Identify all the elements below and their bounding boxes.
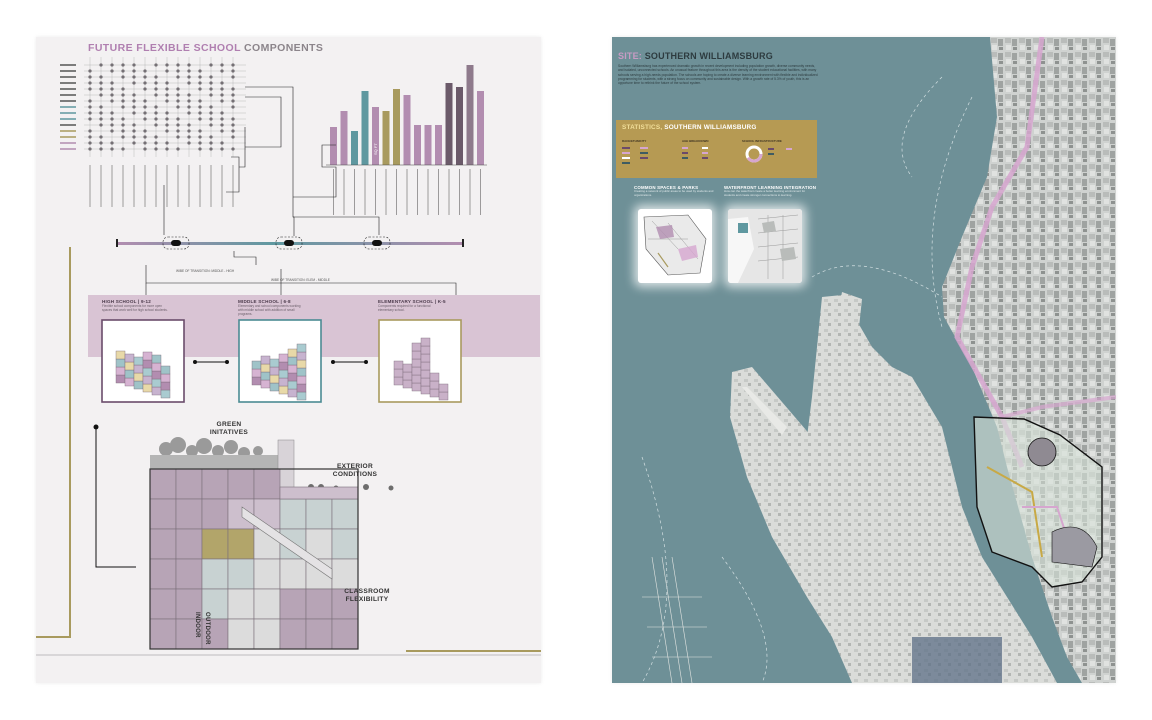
right-board: SITE: SOUTHERN WILLIAMSBURG Southern Wil… [612,37,1116,683]
facade-panel [253,618,281,650]
stair-tower [277,439,295,495]
facade-panel [279,498,307,530]
site-circular-structure [1027,437,1057,467]
site-intro: Southern Williamsburg has experienced dr… [618,64,818,86]
infrastructure-donut [745,145,792,163]
roof-trees [150,437,280,469]
facade-panel [175,528,203,560]
facade-panel [253,558,281,590]
exterior-conditions-label: EXTERIOR CONDITIONS [332,463,378,478]
facade-panel [253,468,281,500]
stats-title-rest: SOUTHERN WILLIAMSBURG [662,124,757,131]
facade-panel [149,498,177,530]
waterfront-map [728,209,802,283]
facade-grid [149,468,359,650]
facade-panel [149,468,177,500]
site-title-rest: SOUTHERN WILLIAMSBURG [642,51,773,61]
waterfront-panel: WATERFRONT LEARNING INTEGRATION How can … [724,185,816,198]
panel-desc: Creating a network of public areas to be… [634,189,714,197]
facade-panel [331,558,359,590]
facade-panel [253,588,281,620]
facade-panel [201,558,229,590]
outdoor-label: OUTDOOR [204,612,210,645]
facade-panel [227,558,255,590]
common-spaces-map [643,214,707,276]
green-initiatives-label: GREEN INITATIVES [209,421,249,436]
facade-panel [305,618,333,650]
facade-panel [227,618,255,650]
statistics-panel: STATISTICS, SOUTHERN WILLIAMSBURG RACE/E… [616,120,817,178]
stat-graphics [622,145,792,164]
indoor-label: INDOOR [194,612,200,638]
site-title: SITE: SOUTHERN WILLIAMSBURG [618,51,773,61]
stat-label-age: AGE BREAKDOWN [682,139,709,143]
facade-panel [201,498,229,530]
stat-label-infrastructure: SCHOOL INFRASTRUCTURE [742,139,782,143]
building-section [36,437,541,656]
race-legend [622,147,648,164]
facade-panel [149,618,177,650]
facade-panel [175,558,203,590]
facade-panel [279,618,307,650]
facade-panel [149,558,177,590]
stat-label-race: RACE/ETHNICITY [622,139,647,143]
facade-panel [201,528,229,560]
solar-field [912,637,1002,683]
site-title-accent: SITE: [618,51,643,61]
facade-panel [175,498,203,530]
facade-panel [331,618,359,650]
classroom-flexibility-label: CLASSROOM FLEXIBILITY [344,588,390,603]
facade-panel [279,588,307,620]
facade-panel [201,468,229,500]
facade-panel [227,468,255,500]
panel-desc: How can the waterfront create a better l… [724,189,806,197]
facade-panel [227,528,255,560]
facade-panel [305,498,333,530]
left-board: FUTURE FLEXIBLE SCHOOL COMPONENTS SQ FT [36,37,541,683]
facade-panel [331,528,359,560]
common-spaces-thumbnail[interactable] [638,209,712,283]
age-legend [682,147,708,159]
facade-panel [331,498,359,530]
statistics-title: STATISTICS, SOUTHERN WILLIAMSBURG [622,124,757,131]
facade-panel [227,588,255,620]
stats-title-accent: STATISTICS, [622,124,663,131]
facade-panel [149,588,177,620]
common-spaces-panel: COMMON SPACES & PARKS Creating a network… [634,185,724,198]
facade-panel [175,468,203,500]
facade-panel [305,588,333,620]
facade-panel [149,528,177,560]
waterfront-thumbnail[interactable] [728,209,802,283]
facade-panel [279,558,307,590]
